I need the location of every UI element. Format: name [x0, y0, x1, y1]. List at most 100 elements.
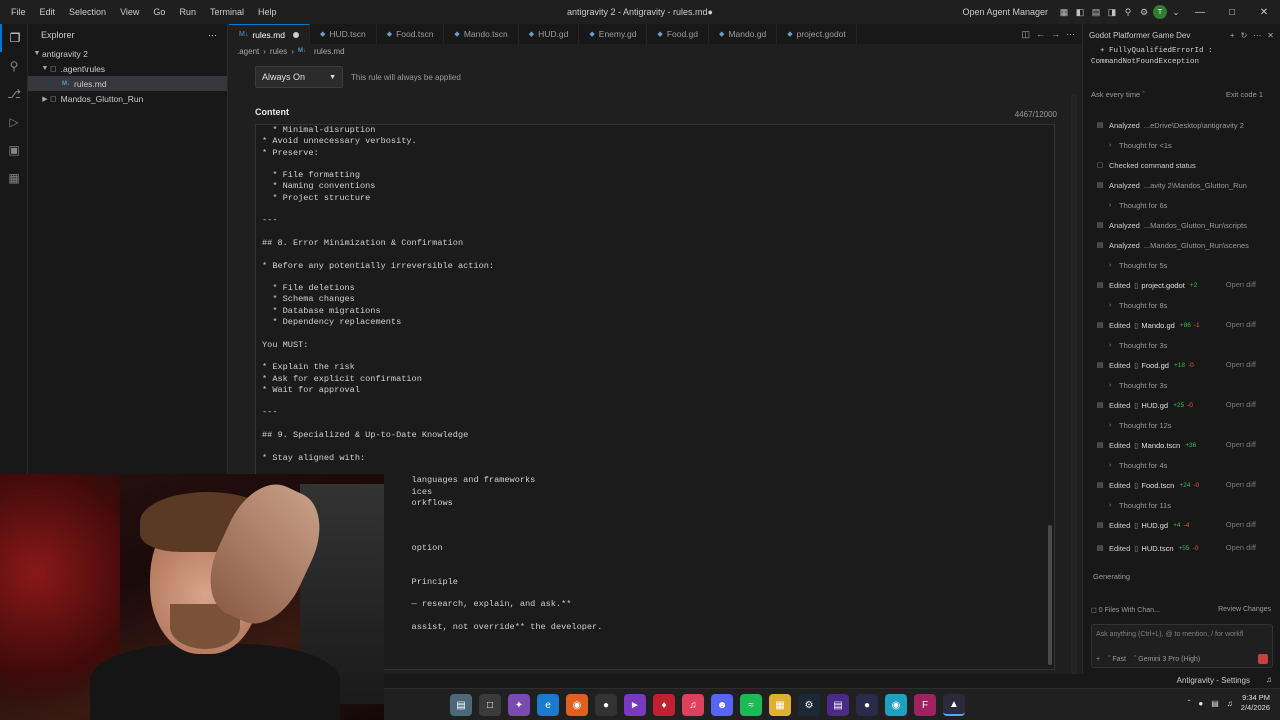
menu-edit[interactable]: Edit	[33, 0, 63, 24]
agent-step-status[interactable]: ▢ Checked command status	[1095, 156, 1196, 174]
agent-step-edited[interactable]: ▤ Edited ▯ HUD.tscn +55 -0	[1095, 539, 1199, 557]
menu-terminal[interactable]: Terminal	[203, 0, 251, 24]
agent-step-thought[interactable]: › Thought for 12s	[1105, 416, 1172, 434]
agent-step-edited[interactable]: ▤ Edited ▯ Food.gd +18 -0	[1095, 356, 1194, 374]
open-diff-link[interactable]: Open diff	[1226, 360, 1256, 369]
panel-bottom-icon[interactable]: ▤	[1089, 5, 1103, 19]
panel-right-icon[interactable]: ◨	[1105, 5, 1119, 19]
layout-icon[interactable]: ▦	[1057, 5, 1071, 19]
open-diff-link[interactable]: Open diff	[1226, 480, 1256, 489]
taskbar-app-icon[interactable]: ●	[856, 694, 878, 716]
open-diff-link[interactable]: Open diff	[1226, 440, 1256, 449]
explorer-icon[interactable]: ❐	[0, 24, 28, 52]
taskbar-discord-icon[interactable]: ☻	[711, 694, 733, 716]
agent-step-edited[interactable]: ▤ Edited ▯ Food.tscn +24 -0	[1095, 476, 1199, 494]
content-scrollbar[interactable]	[1048, 525, 1052, 665]
more-actions-icon[interactable]: ⋯	[1066, 29, 1075, 40]
taskbar-files-icon[interactable]: □	[479, 694, 501, 716]
chat-input[interactable]: Ask anything (Ctrl+L), @ to mention, / f…	[1091, 624, 1273, 668]
bell-icon[interactable]: ♫	[1266, 675, 1272, 684]
tab-project-godot[interactable]: ◆ project.godot	[777, 24, 857, 44]
taskbar-app-icon[interactable]: ◉	[885, 694, 907, 716]
step-file[interactable]: Mando.gd	[1141, 321, 1174, 330]
run-debug-icon[interactable]: ▷	[0, 108, 28, 136]
taskbar-steam-icon[interactable]: ⚙	[798, 694, 820, 716]
menu-go[interactable]: Go	[146, 0, 172, 24]
agent-step-thought[interactable]: › Thought for 8s	[1105, 296, 1168, 314]
taskbar-twitch-icon[interactable]: ►	[624, 694, 646, 716]
agent-step-edited[interactable]: ▤ Edited ▯ Mando.tscn +36	[1095, 436, 1199, 454]
taskbar-antigravity-icon[interactable]: ▲	[943, 694, 965, 716]
open-diff-link[interactable]: Open diff	[1226, 543, 1256, 552]
close-button[interactable]: ✕	[1248, 0, 1280, 24]
split-editor-icon[interactable]: ◫	[1021, 29, 1030, 40]
history-icon[interactable]: ↻	[1241, 31, 1248, 40]
tree-folder-agent-rules[interactable]: ▼ ◻ .agent\rules	[28, 61, 227, 76]
agent-step-thought[interactable]: › Thought for 4s	[1105, 456, 1168, 474]
search-icon[interactable]: ⚲	[1121, 5, 1135, 19]
tree-file-rules-md[interactable]: M↓ rules.md	[28, 76, 227, 91]
taskbar-app-icon[interactable]: ♦	[653, 694, 675, 716]
taskbar-firefox-icon[interactable]: ◉	[566, 694, 588, 716]
network-icon[interactable]: ▤	[1211, 699, 1219, 708]
agent-step-thought[interactable]: › Thought for 5s	[1105, 256, 1168, 274]
taskbar-folder-icon[interactable]: ▦	[769, 694, 791, 716]
activation-mode-select[interactable]: Always On ▼	[255, 66, 343, 88]
breadcrumb-item[interactable]: rules.md	[314, 47, 345, 56]
mode-select[interactable]: ˆ Fast	[1108, 656, 1126, 663]
status-settings[interactable]: Antigravity - Settings	[1177, 676, 1250, 685]
remote-icon[interactable]: ▣	[0, 136, 28, 164]
step-file[interactable]: HUD.tscn	[1141, 544, 1173, 553]
taskbar-spotify-icon[interactable]: ≈	[740, 694, 762, 716]
open-agent-manager-link[interactable]: Open Agent Manager	[962, 7, 1048, 17]
settings-icon[interactable]: ⚙	[1137, 5, 1151, 19]
forward-icon[interactable]: →	[1051, 29, 1060, 39]
tree-folder-mandos[interactable]: ▶ ◻ Mandos_Glutton_Run	[28, 91, 227, 106]
open-diff-link[interactable]: Open diff	[1226, 320, 1256, 329]
agent-step-analyzed[interactable]: ▤ Analyzed ...eDrive\Desktop\antigravity 2	[1095, 116, 1244, 134]
tab-mando-gd[interactable]: ◆ Mando.gd	[709, 24, 778, 44]
clock[interactable]: 9:34 PM 2/4/2026	[1241, 693, 1270, 713]
minimize-button[interactable]: —	[1184, 0, 1216, 24]
breadcrumb-item[interactable]: rules	[270, 47, 287, 56]
menu-selection[interactable]: Selection	[62, 0, 113, 24]
close-icon[interactable]: ✕	[1267, 31, 1274, 40]
open-diff-link[interactable]: Open diff	[1226, 280, 1256, 289]
taskbar-fx-icon[interactable]: F	[914, 694, 936, 716]
menu-file[interactable]: File	[4, 0, 33, 24]
tab-hud-gd[interactable]: ◆ HUD.gd	[519, 24, 580, 44]
agent-step-analyzed[interactable]: ▤ Analyzed ...avity 2\Mandos_Glutton_Run	[1095, 176, 1247, 194]
menu-run[interactable]: Run	[172, 0, 203, 24]
search-icon[interactable]: ⚲	[0, 52, 28, 80]
back-icon[interactable]: ←	[1036, 29, 1045, 39]
breadcrumb-item[interactable]: .agent	[237, 47, 259, 56]
step-file[interactable]: project.godot	[1141, 281, 1184, 290]
files-changed[interactable]: ◻ 0 Files With Chan...	[1091, 606, 1160, 614]
menu-view[interactable]: View	[113, 0, 146, 24]
agent-step-thought[interactable]: › Thought for <1s	[1105, 136, 1172, 154]
agent-step-edited[interactable]: ▤ Edited ▯ project.godot +2	[1095, 276, 1200, 294]
agent-step-analyzed[interactable]: ▤ Analyzed ...Mandos_Glutton_Run\scenes	[1095, 236, 1249, 254]
step-file[interactable]: Mando.tscn	[1141, 441, 1180, 450]
add-context-icon[interactable]: +	[1096, 656, 1100, 663]
new-chat-icon[interactable]: +	[1230, 31, 1235, 40]
more-actions-icon[interactable]: ⋯	[208, 30, 217, 41]
tab-hud-tscn[interactable]: ◆ HUD.tscn	[310, 24, 377, 44]
editor-scrollbar[interactable]	[1071, 94, 1077, 674]
volume-icon[interactable]: ♫	[1227, 699, 1233, 708]
review-changes-button[interactable]: Review Changes	[1218, 606, 1271, 614]
step-file[interactable]: Food.tscn	[1141, 481, 1174, 490]
open-diff-link[interactable]: Open diff	[1226, 400, 1256, 409]
agent-step-analyzed[interactable]: ▤ Analyzed ...Mandos_Glutton_Run\scripts	[1095, 216, 1247, 234]
step-file[interactable]: HUD.gd	[1141, 521, 1168, 530]
model-select[interactable]: ˆ Gemini 3 Pro (High)	[1134, 656, 1200, 663]
agent-step-edited[interactable]: ▤ Edited ▯ Mando.gd +86 -1	[1095, 316, 1200, 334]
mic-icon[interactable]: ●	[1198, 699, 1203, 708]
agent-step-thought[interactable]: › Thought for 3s	[1105, 336, 1168, 354]
tab-food-tscn[interactable]: ◆ Food.tscn	[377, 24, 445, 44]
taskbar-app-icon[interactable]: ▤	[450, 694, 472, 716]
tab-enemy-gd[interactable]: ◆ Enemy.gd	[579, 24, 648, 44]
chevron-down-icon[interactable]: ⌄	[1169, 5, 1183, 19]
agent-step-edited[interactable]: ▤ Edited ▯ HUD.gd +25 -0	[1095, 396, 1193, 414]
maximize-button[interactable]: □	[1216, 0, 1248, 24]
